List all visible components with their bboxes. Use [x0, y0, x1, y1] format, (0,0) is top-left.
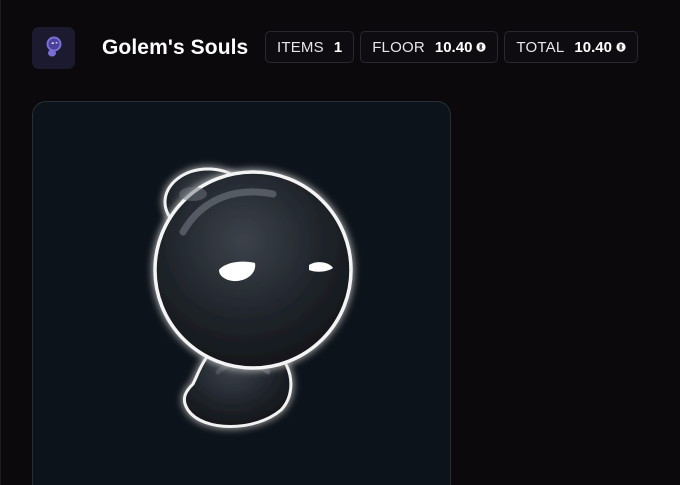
stat-items-label: ITEMS [277, 38, 324, 56]
sidebar-divider [0, 0, 1, 485]
stat-total-value: 10.40 [574, 38, 612, 56]
collection-page: Golem's Souls ITEMS 1 FLOOR 10.40 TOTAL … [0, 0, 680, 485]
stat-floor-label: FLOOR [372, 38, 425, 56]
coin-icon [616, 42, 626, 52]
coin-icon [476, 42, 487, 52]
stat-floor: FLOOR 10.40 [360, 31, 499, 63]
stat-total-label: TOTAL [516, 38, 565, 56]
stat-items-value: 1 [333, 38, 343, 56]
stat-total: TOTAL 10.40 [504, 31, 638, 63]
stat-floor-value: 10.40 [434, 38, 473, 56]
nft-card[interactable] [32, 101, 451, 485]
collection-stats: ITEMS 1 FLOOR 10.40 TOTAL 10.40 [265, 31, 644, 63]
collection-header: Golem's Souls [32, 27, 248, 69]
stat-items: ITEMS 1 [265, 31, 355, 63]
ghost-soul-icon [153, 167, 353, 428]
ghost-icon [46, 36, 61, 57]
collection-title: Golem's Souls [102, 36, 249, 59]
collection-avatar[interactable] [32, 27, 75, 69]
